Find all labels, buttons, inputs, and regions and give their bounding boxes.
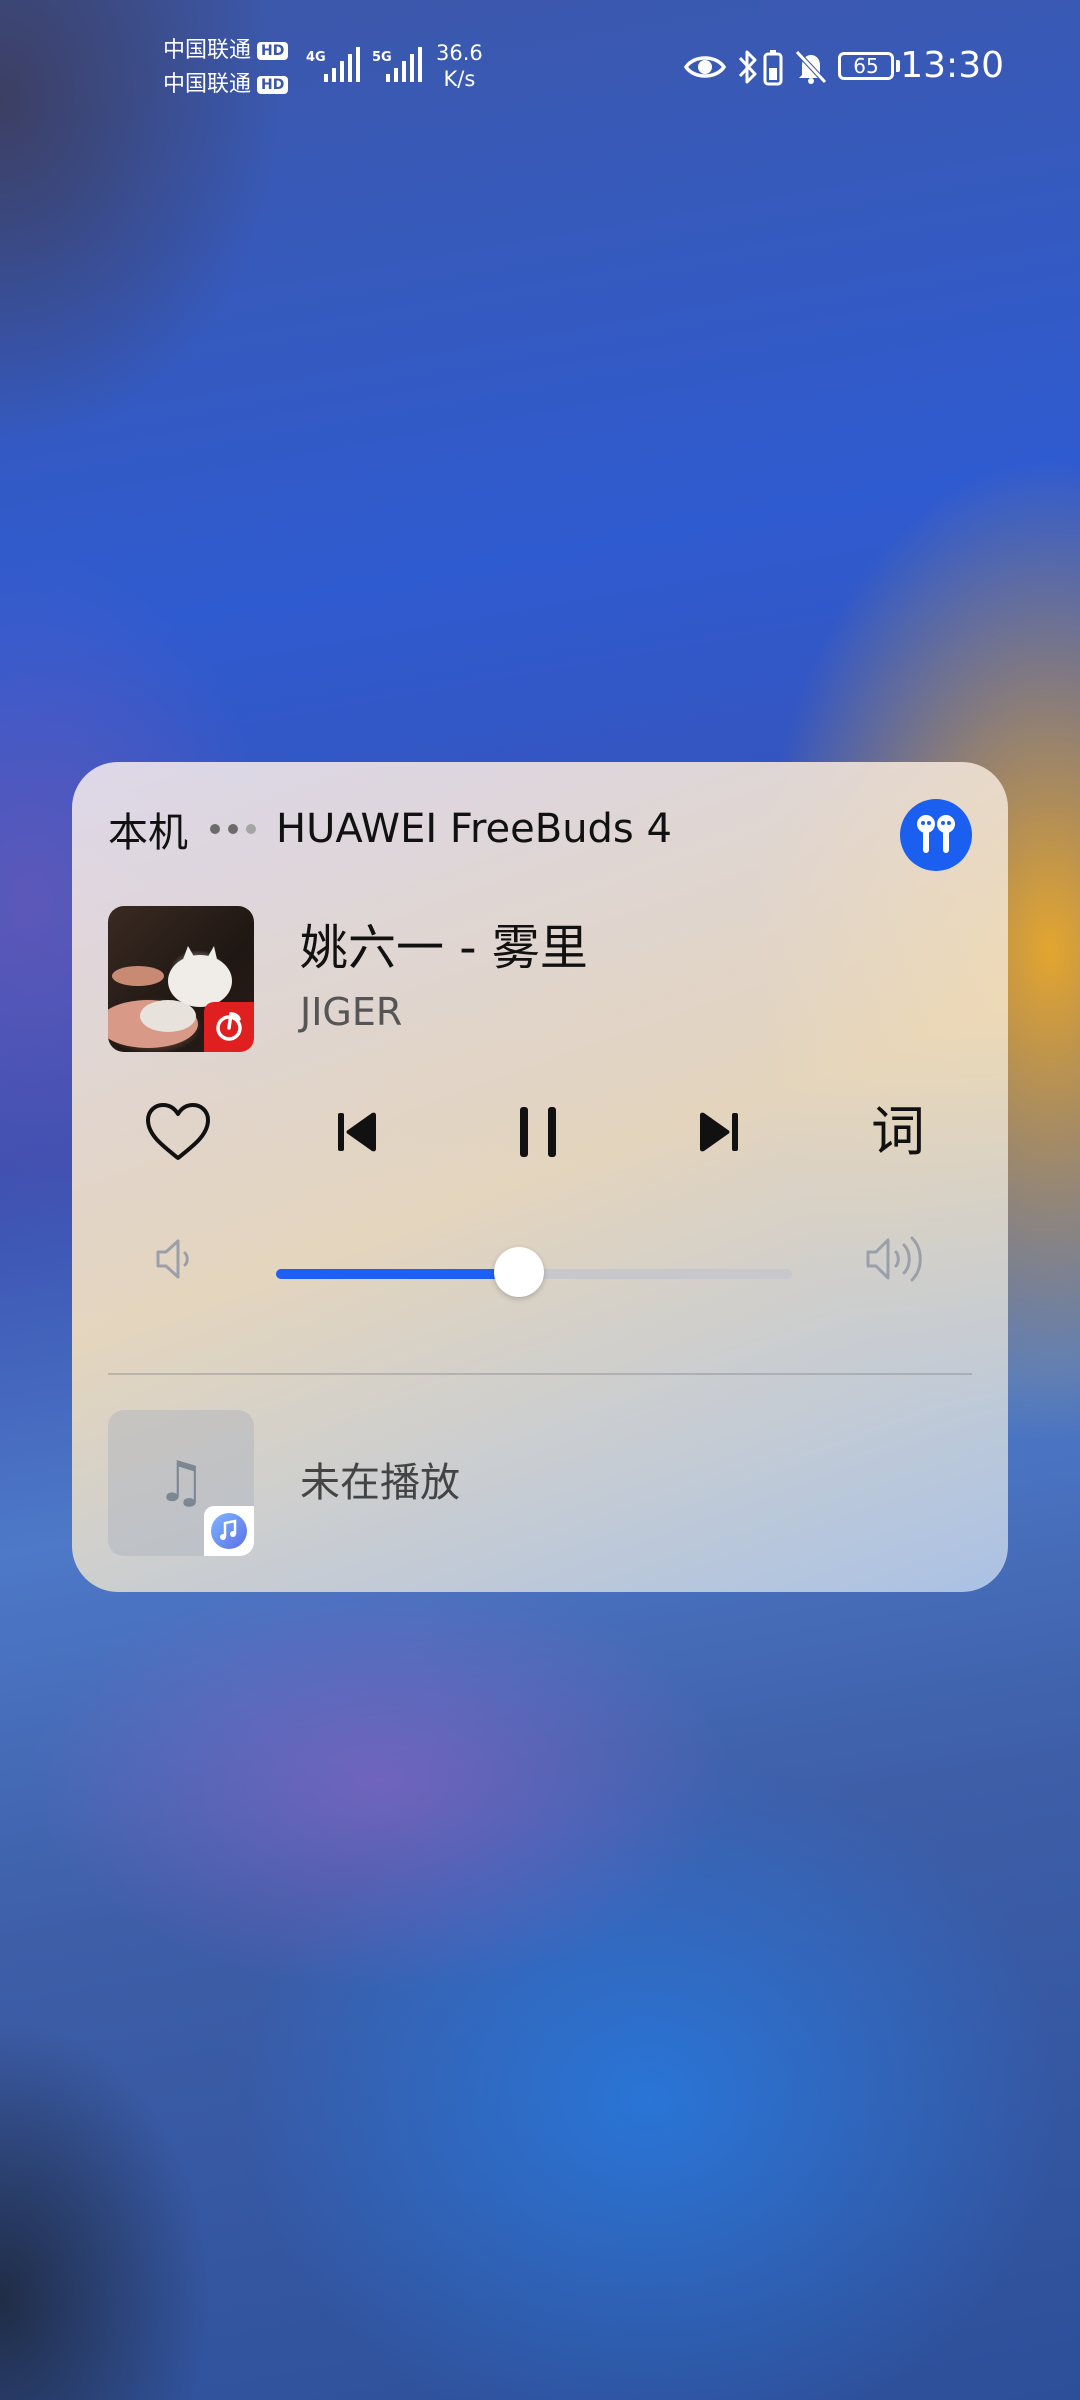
music-app-badge <box>204 1506 254 1556</box>
signal-strength-2-icon <box>386 47 422 82</box>
netease-music-badge <box>204 1002 254 1052</box>
earbuds-battery-icon <box>763 50 783 86</box>
carrier-2-name: 中国联通 <box>163 72 252 97</box>
skip-previous-icon <box>338 1112 376 1152</box>
carrier-1: 中国联通 HD <box>163 36 289 66</box>
volume-low-icon[interactable] <box>152 1234 202 1284</box>
music-app-icon <box>211 1513 247 1549</box>
card-divider <box>108 1373 972 1375</box>
network-speed-value: 36.6 <box>436 41 483 65</box>
eye-comfort-icon <box>684 56 726 78</box>
pause-icon <box>520 1107 556 1157</box>
output-device-row[interactable]: 本机 HUAWEI FreeBuds 4 <box>108 802 672 856</box>
volume-slider-thumb[interactable] <box>494 1247 544 1297</box>
volume-slider-fill <box>276 1269 519 1279</box>
status-bar: 中国联通 HD 中国联通 HD 4G 5G 36.6 K/s 65 13:30 <box>0 0 1080 140</box>
network-speed-unit: K/s <box>443 67 476 91</box>
song-title: 姚六一 - 雾里 <box>300 920 588 976</box>
previous-track-button[interactable] <box>318 1092 398 1172</box>
mute-notification-icon <box>795 50 827 84</box>
volume-high-icon[interactable] <box>862 1232 942 1286</box>
battery-indicator: 65 <box>838 52 894 80</box>
netease-music-icon <box>216 1012 242 1041</box>
bluetooth-icon <box>738 50 757 84</box>
lyrics-button[interactable]: 词 <box>858 1092 938 1172</box>
skip-next-icon <box>700 1112 738 1152</box>
clock: 13:30 <box>900 45 1004 86</box>
carrier-2: 中国联通 HD <box>163 70 289 100</box>
device-switch-dots-icon <box>210 824 256 834</box>
media-control-card: 本机 HUAWEI FreeBuds 4 姚六一 - 雾里 JIGER 词 ♫ … <box>72 762 1008 1592</box>
hd-badge-1: HD <box>257 42 289 60</box>
lock-screen: 中国联通 HD 中国联通 HD 4G 5G 36.6 K/s 65 13:30 … <box>0 0 1080 2400</box>
second-player-status[interactable]: 未在播放 <box>300 1458 460 1508</box>
network-speed: 36.6 K/s <box>436 40 483 92</box>
earbuds-icon <box>917 815 955 853</box>
next-track-button[interactable] <box>678 1092 758 1172</box>
earbuds-device-button[interactable] <box>900 799 972 871</box>
pause-button[interactable] <box>498 1092 578 1172</box>
signal-strength-1-icon <box>324 47 360 82</box>
device-remote-label[interactable]: HUAWEI FreeBuds 4 <box>276 806 672 852</box>
hd-badge-2: HD <box>257 76 289 94</box>
heart-icon <box>146 1103 210 1160</box>
carrier-1-name: 中国联通 <box>163 38 252 63</box>
favorite-button[interactable] <box>138 1092 218 1172</box>
device-local-label[interactable]: 本机 <box>108 800 188 858</box>
song-artist: JIGER <box>300 990 403 1034</box>
